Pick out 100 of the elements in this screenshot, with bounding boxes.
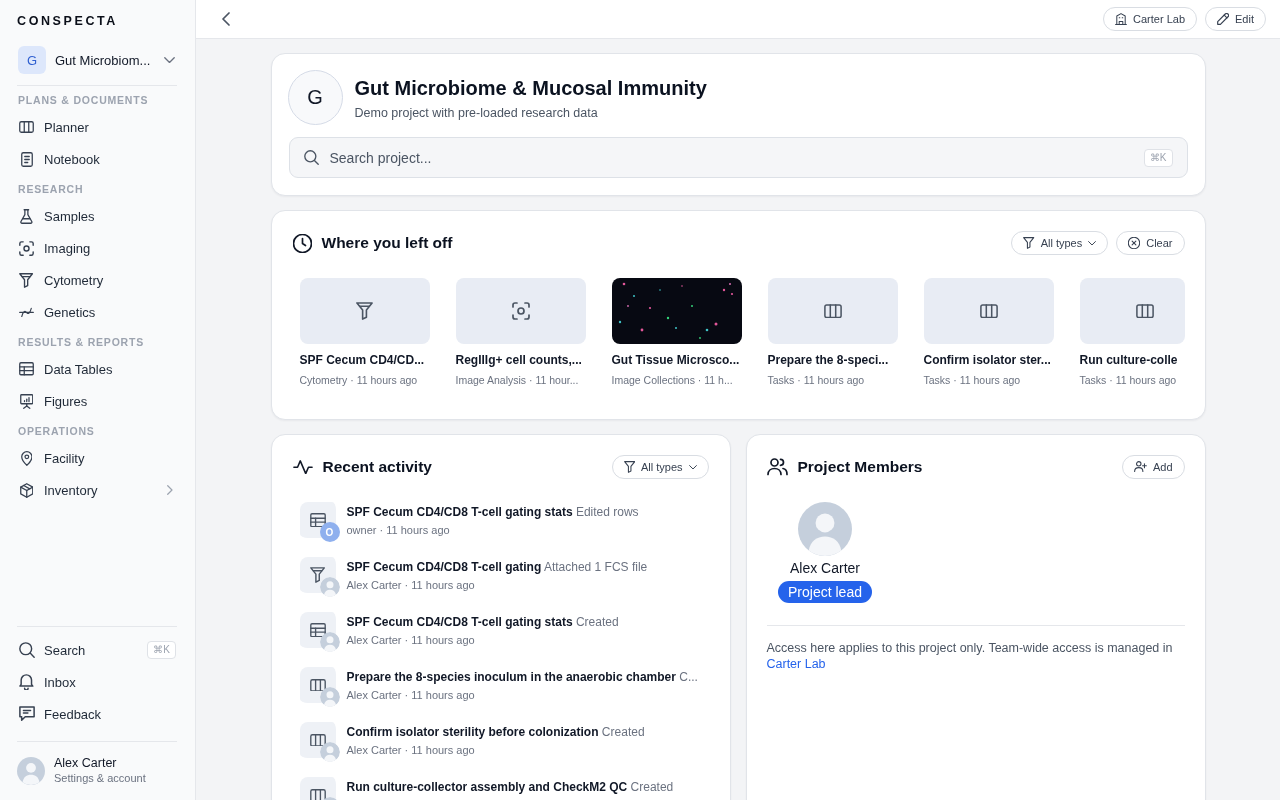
activity-meta: Alex Carter · 11 hours ago (346, 688, 476, 702)
item-meta: Image Collections · 11 h... (611, 374, 734, 387)
item-meta: Image Analysis · 11 hour... (455, 374, 580, 387)
activity-text: SPF Cecum CD4/CD8 T-cell gating Attached 1 FCS file (346, 559, 648, 575)
nav-item[interactable]: Feedback (17, 698, 177, 730)
chevron-down-icon (164, 56, 175, 64)
microscopy-image-drawing[interactable] (611, 278, 742, 344)
filter-button[interactable]: All types (1011, 231, 1109, 255)
chevron-down-icon (688, 464, 697, 470)
activity-text: Run culture-collector assembly and CheckM2 QC Created (346, 779, 674, 795)
item-title: Gut Tissue Microsco... (611, 353, 741, 368)
item-title: Run culture-colle (1079, 353, 1179, 368)
section-heading: RESEARCH (17, 182, 85, 196)
avatar-icon (17, 756, 45, 785)
columns-icon (823, 303, 842, 319)
item-title: RegIIIg+ cell counts,... (455, 353, 583, 368)
nav-item[interactable]: Imaging (17, 232, 177, 264)
add-member-button[interactable]: Add (1121, 455, 1185, 479)
activity-meta: owner · 11 hours ago (346, 523, 451, 537)
search-icon (18, 642, 35, 658)
person-plus-icon (1133, 461, 1147, 473)
nav-item[interactable]: Facility (17, 442, 177, 474)
document-icon (20, 151, 33, 167)
project-avatar: G (287, 70, 343, 125)
project-avatar: G (18, 46, 46, 74)
nav-item[interactable]: Figures (17, 385, 177, 417)
chart-board-icon (19, 393, 34, 409)
activity-text: SPF Cecum CD4/CD8 T-cell gating stats Edited rows (346, 504, 639, 520)
item-thumbnail[interactable] (767, 278, 898, 344)
section-heading: RESULTS & REPORTS (17, 335, 145, 349)
table-icon (309, 512, 326, 528)
search-field[interactable]: Search project... ⌘K (288, 137, 1188, 178)
activity-meta: Alex Carter · 11 hours ago (346, 578, 476, 592)
team-link[interactable]: Carter Lab (766, 657, 826, 671)
avatar-icon (319, 742, 340, 762)
nav-item[interactable]: Inbox (17, 666, 177, 698)
filter-icon (623, 461, 635, 473)
nav-item[interactable]: Cytometry (17, 264, 177, 296)
account-button[interactable]: Alex Carter Settings & account (17, 742, 177, 800)
section-heading: PLANS & DOCUMENTS (17, 93, 150, 107)
card-title: Recent activity (322, 457, 432, 477)
shortcut-key: ⌘K (147, 641, 176, 659)
app-logo: CONSPECTA (17, 13, 119, 28)
nav-item[interactable]: Inventory (17, 474, 177, 506)
shortcut-key: ⌘K (1143, 148, 1173, 167)
user-avatar: O (319, 522, 340, 542)
project-switcher[interactable]: G Gut Microbiom... (17, 46, 177, 74)
item-meta: Tasks · 11 hours ago (923, 374, 1022, 387)
item-title: SPF Cecum CD4/CD... (299, 353, 426, 368)
scan-icon (19, 240, 34, 256)
chevron-left-icon (222, 12, 230, 26)
item-thumbnail[interactable] (455, 278, 586, 344)
member-name: Alex Carter (790, 559, 860, 577)
pencil-icon (1217, 13, 1230, 25)
item-title: Prepare the 8-speci... (767, 353, 890, 368)
search-icon (303, 150, 319, 165)
nav-item[interactable]: Search ⌘K (17, 634, 177, 666)
access-note: Access here applies to this project only. Team-wide access is managed in Carter Lab (766, 640, 1174, 672)
item-meta: Cytometry · 11 hours ago (299, 374, 419, 387)
item-thumbnail[interactable] (299, 278, 430, 344)
card-title: Where you left off (321, 233, 453, 253)
nav-item[interactable]: Samples (17, 200, 177, 232)
columns-icon (309, 788, 326, 800)
nav-item[interactable]: Data Tables (17, 353, 177, 385)
avatar-icon (798, 502, 852, 556)
columns-icon (309, 678, 326, 692)
scan-icon (511, 302, 530, 320)
item-meta: Tasks · 11 hours ago (1079, 374, 1178, 387)
nav-item[interactable]: Genetics (17, 296, 177, 328)
edit-button[interactable]: Edit (1205, 7, 1266, 31)
filter-button[interactable]: All types (611, 455, 709, 479)
building-icon (1115, 13, 1128, 25)
activity-meta: Alex Carter · 11 hours ago (346, 743, 476, 757)
filter-icon (1023, 237, 1035, 249)
chevron-down-icon (1088, 240, 1097, 246)
lab-button[interactable]: Carter Lab (1103, 7, 1198, 31)
people-icon (766, 458, 788, 476)
role-badge: Project lead (778, 581, 872, 603)
pulse-icon (292, 459, 313, 475)
nav-item[interactable]: Notebook (17, 143, 177, 175)
section-heading: OPERATIONS (17, 424, 96, 438)
strand-icon (19, 306, 34, 318)
project-subtitle: Demo project with pre-loaded research data (354, 104, 599, 121)
avatar-icon (319, 632, 340, 652)
activity-text: SPF Cecum CD4/CD8 T-cell gating stats Created (346, 614, 619, 630)
activity-text: Confirm isolator sterility before colonization Created (346, 724, 645, 740)
activity-text: Prepare the 8-species inoculum in the anaerobic chamber C... (346, 669, 698, 685)
item-thumbnail[interactable] (1079, 278, 1185, 344)
table-icon (19, 362, 34, 376)
columns-icon (309, 733, 326, 747)
funnel-icon (309, 567, 326, 583)
flask-icon (20, 208, 33, 224)
nav-item[interactable]: Planner (17, 111, 177, 143)
package-icon (19, 482, 34, 498)
funnel-icon (19, 272, 34, 288)
clear-button[interactable]: Clear (1116, 231, 1185, 255)
item-thumbnail[interactable] (923, 278, 1054, 344)
location-pin-icon (20, 450, 33, 466)
item-meta: Tasks · 11 hours ago (767, 374, 866, 387)
avatar-icon (319, 687, 340, 707)
